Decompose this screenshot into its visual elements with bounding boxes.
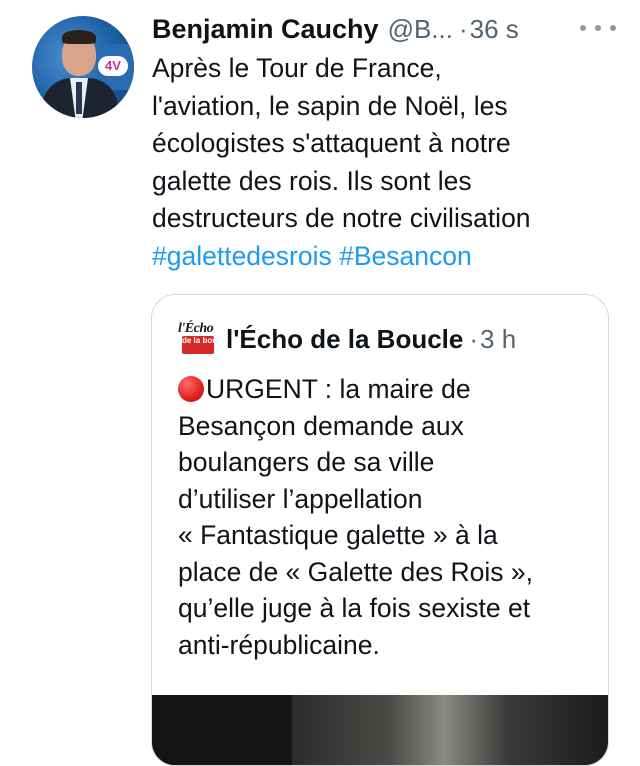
media-dark-region — [152, 695, 292, 765]
quoted-tweet-timestamp[interactable]: 3 h — [480, 324, 516, 355]
quoted-author-name[interactable]: l'Écho de la Boucle — [226, 324, 463, 355]
quoted-text-line: d’utiliser l’appellation — [178, 483, 423, 514]
quoted-tweet-card[interactable]: l'Écho de la boucle l'Écho de la Boucle … — [151, 294, 609, 766]
tweet-text-line: écologistes s'attaquent à notre — [152, 128, 511, 158]
avatar-tie — [76, 82, 82, 114]
quoted-author-logo[interactable]: l'Écho de la boucle — [176, 321, 228, 357]
hashtag-line: #galettedesrois #Besancon — [152, 238, 622, 276]
quoted-text-line: place de « Galette des Rois », — [178, 556, 534, 587]
more-options-icon[interactable] — [580, 20, 616, 36]
author-avatar[interactable]: 4V — [32, 16, 134, 118]
quoted-text-line-with-icon: URGENT : la maire de — [178, 371, 598, 408]
tweet-text: Après le Tour de France, l'aviation, le … — [152, 50, 622, 275]
tweet-text-line: galette des rois. Ils sont les — [152, 165, 472, 196]
red-circle-icon — [178, 376, 204, 402]
hashtag-link[interactable]: #Besancon — [339, 241, 472, 271]
header-separator: · — [458, 13, 468, 44]
more-dot-3 — [610, 25, 616, 31]
quoted-text-line: « Fantastique galette » à la — [178, 520, 498, 550]
logo-subtitle: de la boucle — [182, 336, 228, 354]
hashtag-link[interactable]: #galettedesrois — [152, 241, 332, 271]
tweet-text-line: l'aviation, le sapin de Noël, les — [152, 90, 508, 121]
author-display-name[interactable]: Benjamin Cauchy — [152, 14, 379, 45]
quoted-text-line: anti-républicaine. — [178, 629, 380, 660]
logo-title: l'Écho — [178, 321, 214, 336]
tweet[interactable]: 4V Benjamin Cauchy @B... · 36 s Après le… — [0, 0, 640, 766]
quoted-header-separator: · — [469, 323, 479, 354]
more-dot-2 — [595, 25, 601, 31]
quoted-tweet-media[interactable] — [152, 695, 608, 765]
quoted-tweet-header: l'Écho de la boucle l'Écho de la Boucle … — [176, 321, 516, 357]
quoted-text-line: boulangers de sa ville — [178, 447, 435, 477]
quoted-text-line: Besançon demande aux — [178, 410, 464, 441]
tweet-text-line: destructeurs de notre civilisation — [152, 203, 531, 233]
quoted-text-line: qu’elle juge à la fois sexiste et — [178, 593, 531, 623]
tweet-text-line: Après le Tour de France, — [152, 53, 442, 83]
avatar-hair — [62, 30, 96, 44]
quoted-text-line: URGENT : la maire de — [206, 374, 471, 404]
tweet-timestamp[interactable]: 36 s — [470, 14, 519, 45]
author-handle[interactable]: @B... — [388, 14, 453, 45]
tweet-header: Benjamin Cauchy @B... · 36 s — [152, 11, 622, 47]
quoted-tweet-text: URGENT : la maire de Besançon demande au… — [178, 371, 598, 663]
more-dot-1 — [580, 25, 586, 31]
avatar-channel-badge: 4V — [98, 56, 128, 76]
